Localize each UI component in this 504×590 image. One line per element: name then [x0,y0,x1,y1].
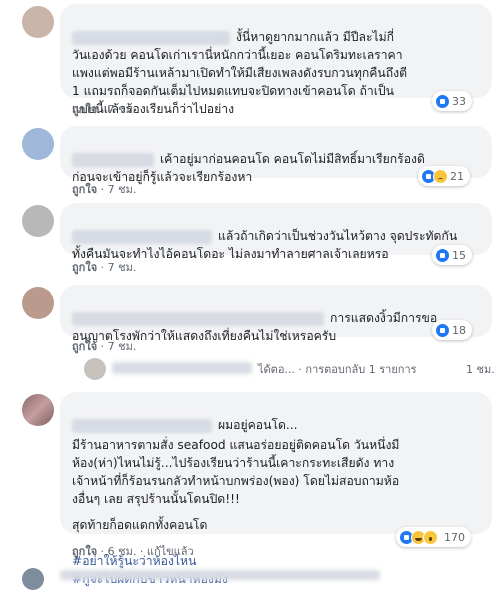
comment-bubble: แล้วถ้าเกิดว่าเป็นช่วงวันไหว้ตาง จุดประท… [60,203,492,261]
commenter-name-blurred[interactable] [72,30,230,45]
comment-actions: ถูกใจ · 7 ชม. [72,340,137,353]
commenter-name-blurred[interactable] [72,311,324,326]
reply-author-blurred[interactable] [112,362,252,374]
commenter-name-blurred[interactable] [72,418,212,433]
next-comment-blurred [60,570,380,580]
comment-body: มีร้านอาหารตามสั่ง seafood แสนอร่อยอยู่ต… [72,438,400,506]
comment-actions: ถูกใจ · 7 ชม. [72,261,137,274]
like-button[interactable]: ถูกใจ [72,261,97,274]
timestamp[interactable]: 7 ชม. [108,261,137,274]
like-button[interactable]: ถูกใจ [72,545,97,558]
avatar[interactable] [22,287,54,319]
sad-reaction-icon [433,168,448,184]
comment-actions: ถูกใจ · 7 ชม. [72,183,137,196]
reaction-count[interactable]: 33 [432,91,472,111]
like-button[interactable]: ถูกใจ [72,103,97,116]
commenter-name-blurred[interactable] [72,229,212,244]
like-reaction-icon [435,93,450,109]
avatar[interactable] [22,205,54,237]
comment-bubble: ผมอยู่คอนโด... มีร้านอาหารตามสั่ง seafoo… [60,392,492,586]
like-reaction-icon [435,247,450,263]
like-reaction-icon [435,322,450,338]
like-button[interactable]: ถูกใจ [72,183,97,196]
avatar[interactable] [22,6,54,38]
comment-actions: ถูกใจ · 6 ชม. · แก้ไขแล้ว [72,545,194,558]
reply-timestamp[interactable]: 1 ชม. [466,360,495,378]
reaction-count[interactable]: 18 [432,320,472,340]
reply-avatar[interactable] [84,358,106,380]
like-button[interactable]: ถูกใจ [72,340,97,353]
reaction-count[interactable]: 15 [432,245,472,265]
comment-text: ผมอยู่คอนโด... [72,398,480,434]
avatar[interactable] [22,128,54,160]
reaction-count[interactable]: 21 [418,166,470,186]
avatar[interactable] [22,568,44,590]
timestamp[interactable]: 7 ชม. [108,103,137,116]
avatar[interactable] [22,394,54,426]
edited-label[interactable]: แก้ไขแล้ว [147,545,194,558]
timestamp[interactable]: 6 ชม. [108,545,137,558]
timestamp[interactable]: 7 ชม. [108,183,137,196]
wow-reaction-icon [423,529,438,545]
comment-bubble: งั้นี่หาดูยากมากแล้ว มีปีละไม่กี่ วันเอง… [60,4,492,116]
reaction-count[interactable]: 170 [396,527,471,547]
comment-actions: ถูกใจ · 7 ชม. [72,103,137,116]
commenter-name-blurred[interactable] [72,152,154,167]
comment-bubble: การแสดงงิ้วมีการขอ อนุญาตโรงพักว่าให้แสด… [60,285,492,343]
comment-text: แล้วถ้าเกิดว่าเป็นช่วงวันไหว้ตาง จุดประท… [72,229,458,261]
timestamp[interactable]: 7 ชม. [108,340,137,353]
view-replies-link[interactable]: ได้ตอ... · การตอบกลับ 1 รายการ [258,360,417,378]
